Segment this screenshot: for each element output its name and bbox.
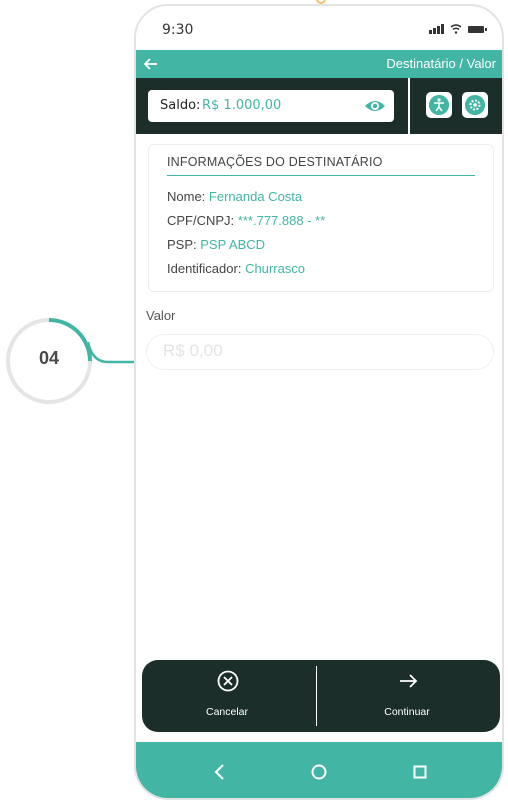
recipient-card-title: INFORMAÇÕES DO DESTINATÁRIO xyxy=(167,155,475,176)
amount-input[interactable]: R$ 0,00 xyxy=(146,334,494,370)
balance-label: Saldo: xyxy=(160,98,201,113)
recipient-document-row: CPF/CNPJ: ***.777.888 - ** xyxy=(167,213,325,228)
action-divider xyxy=(316,666,317,726)
settings-icon xyxy=(465,95,485,115)
back-arrow-icon[interactable] xyxy=(142,55,160,73)
balance-value: R$ 1.000,00 xyxy=(202,98,282,113)
status-icons xyxy=(429,24,487,34)
nav-home-icon[interactable] xyxy=(307,760,331,784)
system-nav-bar xyxy=(136,742,502,798)
row-value: Churrasco xyxy=(245,261,306,276)
phone-frame: 9:30 Destinatário / Valor Saldo: R$ 1.00… xyxy=(134,4,504,800)
accessibility-icon xyxy=(429,95,449,115)
amount-label: Valor xyxy=(146,308,176,323)
row-label: PSP: xyxy=(167,237,197,252)
status-time: 9:30 xyxy=(162,22,194,38)
accessibility-button[interactable] xyxy=(426,92,452,118)
continue-label: Continuar xyxy=(384,706,430,718)
recipient-name-row: Nome: Fernanda Costa xyxy=(167,189,302,204)
cancel-label: Cancelar xyxy=(205,706,249,718)
action-bar: Cancelar Continuar xyxy=(142,660,500,732)
row-value: PSP ABCD xyxy=(200,237,266,252)
signal-icon xyxy=(429,24,444,34)
row-label: Nome: xyxy=(167,189,206,204)
cancel-button[interactable]: Cancelar xyxy=(142,660,312,732)
recipient-psp-row: PSP: PSP ABCD xyxy=(167,237,265,252)
status-bar: 9:30 xyxy=(136,6,502,50)
continue-button[interactable]: Continuar xyxy=(322,660,492,732)
nav-recent-icon[interactable] xyxy=(408,760,432,784)
page-title: Destinatário / Valor xyxy=(386,56,496,71)
wifi-icon xyxy=(450,24,462,34)
balance-divider xyxy=(408,78,410,134)
recipient-info-card: INFORMAÇÕES DO DESTINATÁRIO Nome: Fernan… xyxy=(148,144,494,292)
arrow-right-icon xyxy=(400,674,418,688)
recipient-identifier-row: Identificador: Churrasco xyxy=(167,261,305,276)
nav-back-icon[interactable] xyxy=(208,760,232,784)
top-bar: Destinatário / Valor xyxy=(136,50,502,78)
balance-bar: Saldo: R$ 1.000,00 xyxy=(136,78,502,134)
row-label: CPF/CNPJ: xyxy=(167,213,235,228)
settings-button[interactable] xyxy=(462,92,488,118)
eye-icon[interactable] xyxy=(364,97,386,115)
row-value: Fernanda Costa xyxy=(208,189,303,204)
row-value: ***.777.888 - ** xyxy=(237,213,326,228)
battery-icon xyxy=(468,25,487,33)
row-label: Identificador: xyxy=(167,261,242,276)
step-number: 04 xyxy=(38,348,60,368)
balance-box: Saldo: R$ 1.000,00 xyxy=(148,90,394,122)
cancel-circle-icon xyxy=(217,670,239,692)
